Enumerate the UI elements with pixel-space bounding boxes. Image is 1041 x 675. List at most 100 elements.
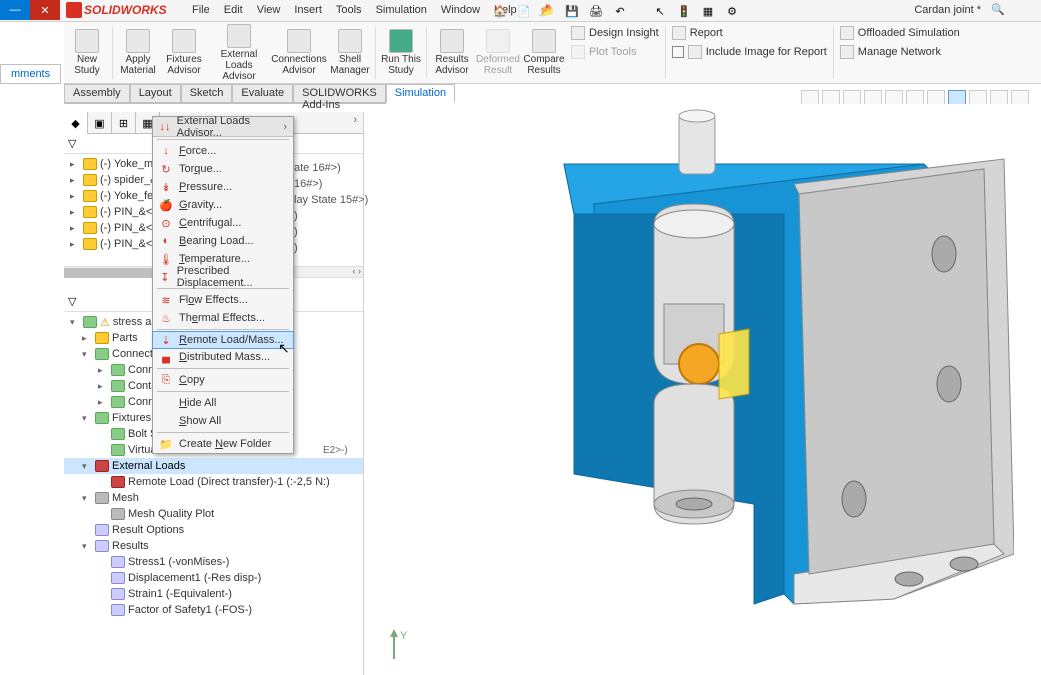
- fos-icon: [111, 604, 125, 616]
- part-icon: [83, 158, 97, 170]
- external-loads-node[interactable]: ▾External Loads: [64, 458, 363, 474]
- offloaded-sim-button[interactable]: Offloaded Simulation: [840, 24, 960, 42]
- report-button[interactable]: Report: [672, 24, 827, 42]
- menu-window[interactable]: Window: [441, 4, 480, 17]
- distributed-mass-icon: ▄: [159, 350, 173, 364]
- result-options-node[interactable]: Result Options: [64, 522, 363, 538]
- expand-icon[interactable]: ▸: [98, 365, 108, 376]
- expand-icon[interactable]: ▸: [70, 191, 80, 202]
- strain-plot-node[interactable]: Strain1 (-Equivalent-): [64, 586, 363, 602]
- displacement-plot-node[interactable]: Displacement1 (-Res disp-): [64, 570, 363, 586]
- collapse-icon[interactable]: ▾: [82, 493, 92, 504]
- expand-icon[interactable]: ▸: [70, 175, 80, 186]
- comments-tab[interactable]: mments: [0, 64, 61, 84]
- expand-icon[interactable]: ▸: [70, 207, 80, 218]
- ctx-pressure[interactable]: ↡Pressure...: [153, 178, 293, 196]
- run-study-button[interactable]: Run This Study: [378, 22, 424, 83]
- connections-advisor-button[interactable]: Connections Advisor: [271, 22, 327, 83]
- collapse-icon[interactable]: ▾: [82, 413, 92, 424]
- menu-simulation[interactable]: Simulation: [376, 4, 427, 17]
- compare-results-button[interactable]: Compare Results: [521, 22, 567, 83]
- ctx-thermal-effects[interactable]: ♨Thermal Effects...: [153, 309, 293, 327]
- minimize-button[interactable]: —: [0, 0, 30, 20]
- thermal-icon: ♨: [159, 311, 173, 325]
- ctx-centrifugal[interactable]: ⊙Centrifugal...: [153, 214, 293, 232]
- copy-icon: ⎘: [159, 373, 173, 387]
- external-loads-advisor-button[interactable]: External Loads Advisor: [207, 22, 271, 83]
- manage-network-button[interactable]: Manage Network: [840, 43, 960, 61]
- property-manager-tab[interactable]: ▣: [88, 112, 112, 134]
- save-button[interactable]: 💾: [562, 2, 582, 20]
- tab-layout[interactable]: Layout: [130, 84, 181, 103]
- menu-edit[interactable]: Edit: [224, 4, 243, 17]
- close-button[interactable]: ✕: [30, 0, 60, 20]
- collapse-icon[interactable]: ▾: [82, 461, 92, 472]
- tab-simulation[interactable]: Simulation: [386, 84, 455, 103]
- search-icon[interactable]: 🔍: [991, 3, 1007, 19]
- graphics-area[interactable]: Y: [364, 104, 1041, 675]
- ctx-torque[interactable]: ↻Torque...: [153, 160, 293, 178]
- include-image-checkbox[interactable]: [672, 46, 684, 58]
- tab-sketch[interactable]: Sketch: [181, 84, 233, 103]
- configuration-tab[interactable]: ⊞: [112, 112, 136, 134]
- ctx-gravity[interactable]: 🍎Gravity...: [153, 196, 293, 214]
- remote-load-node[interactable]: Remote Load (Direct transfer)-1 (:-2,5 N…: [64, 474, 363, 490]
- home-button[interactable]: 🏠: [490, 2, 510, 20]
- new-study-button[interactable]: New Study: [64, 22, 110, 83]
- traffic-icon[interactable]: 🚦: [674, 2, 694, 20]
- undo-button[interactable]: ↶: [610, 2, 630, 20]
- expand-icon[interactable]: ▸: [82, 333, 92, 344]
- mesh-node[interactable]: ▾Mesh: [64, 490, 363, 506]
- shell-manager-icon: [338, 29, 362, 53]
- spider-part: [679, 344, 719, 384]
- ctx-flow-effects[interactable]: ≋Flow Effects...: [153, 291, 293, 309]
- ctx-show-all[interactable]: Show All: [153, 412, 293, 430]
- expand-icon[interactable]: ▸: [98, 397, 108, 408]
- tab-addins[interactable]: SOLIDWORKS Add-Ins: [293, 84, 386, 103]
- menu-view[interactable]: View: [257, 4, 281, 17]
- rebuild-button[interactable]: ▦: [698, 2, 718, 20]
- stress-plot-node[interactable]: Stress1 (-vonMises-): [64, 554, 363, 570]
- feature-tree-tab[interactable]: ◆: [64, 112, 88, 134]
- options-button[interactable]: ⚙: [722, 2, 742, 20]
- menu-insert[interactable]: Insert: [294, 4, 322, 17]
- mesh-quality-node[interactable]: Mesh Quality Plot: [64, 506, 363, 522]
- ctx-header[interactable]: ↓↓External Loads Advisor...›: [153, 117, 293, 137]
- menu-file[interactable]: File: [192, 4, 210, 17]
- menu-tools[interactable]: Tools: [336, 4, 362, 17]
- expand-icon[interactable]: ▸: [98, 381, 108, 392]
- ctx-force[interactable]: ↓Force...: [153, 142, 293, 160]
- ctx-remote-load[interactable]: ⇣Remote Load/Mass...: [152, 331, 294, 349]
- ctx-bearing[interactable]: ◐Bearing Load...: [153, 232, 293, 250]
- ctx-distributed-mass[interactable]: ▄Distributed Mass...: [153, 348, 293, 366]
- collapse-icon[interactable]: ▾: [82, 541, 92, 552]
- tab-evaluate[interactable]: Evaluate: [232, 84, 293, 103]
- tab-assembly[interactable]: Assembly: [64, 84, 130, 103]
- fos-plot-node[interactable]: Factor of Safety1 (-FOS-): [64, 602, 363, 618]
- panel-expand-icon[interactable]: ›: [347, 112, 363, 133]
- select-button[interactable]: ↖: [650, 2, 670, 20]
- include-image-button[interactable]: Include Image for Report: [672, 43, 827, 61]
- results-node[interactable]: ▾Results: [64, 538, 363, 554]
- expand-icon[interactable]: ▸: [70, 159, 80, 170]
- design-insight-button[interactable]: Design Insight: [571, 24, 659, 42]
- ctx-hide-all[interactable]: Hide All: [153, 394, 293, 412]
- ctx-create-folder[interactable]: 📁Create New Folder: [153, 435, 293, 453]
- collapse-icon[interactable]: ▾: [70, 317, 80, 328]
- expand-icon[interactable]: ▸: [70, 223, 80, 234]
- print-button[interactable]: 🖨: [586, 2, 606, 20]
- filter-icon: ▽: [68, 295, 76, 308]
- shell-manager-button[interactable]: Shell Manager: [327, 22, 373, 83]
- view-triad[interactable]: Y: [384, 629, 418, 663]
- ctx-prescribed-disp[interactable]: ↧Prescribed Displacement...: [153, 268, 293, 286]
- new-doc-button[interactable]: 📄: [514, 2, 534, 20]
- fixtures-advisor-button[interactable]: Fixtures Advisor: [161, 22, 207, 83]
- expand-icon[interactable]: ▸: [70, 239, 80, 250]
- displacement-icon: [111, 572, 125, 584]
- results-advisor-button[interactable]: Results Advisor: [429, 22, 475, 83]
- apply-material-button[interactable]: Apply Material: [115, 22, 161, 83]
- collapse-icon[interactable]: ▾: [82, 349, 92, 360]
- open-button[interactable]: 📂: [538, 2, 558, 20]
- ctx-copy[interactable]: ⎘Copy: [153, 371, 293, 389]
- manage-network-icon: [840, 45, 854, 59]
